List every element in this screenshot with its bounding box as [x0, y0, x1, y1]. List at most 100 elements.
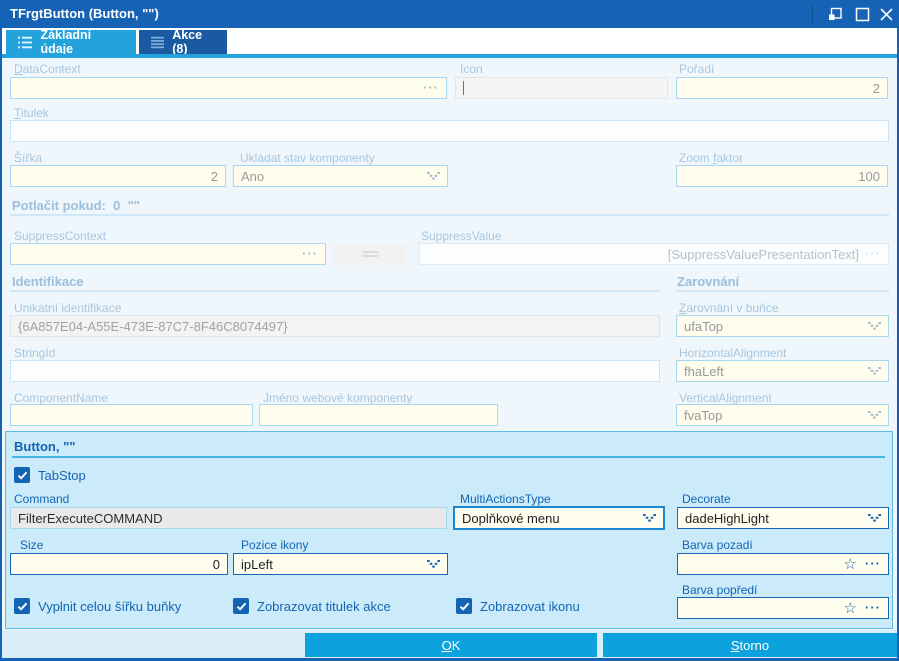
tabstop-checkbox[interactable] [14, 467, 30, 483]
maximize-button[interactable] [850, 4, 874, 24]
stringid-label: StringId [14, 346, 56, 360]
barva-pozadi-field[interactable]: ☆ ··· [677, 553, 889, 575]
restore-button[interactable] [823, 4, 847, 24]
suppresscontext-label: SuppressContext [14, 229, 107, 243]
zobrazovat-titulek-label: Zobrazovat titulek akce [257, 599, 391, 614]
ellipsis-icon[interactable]: ··· [865, 247, 881, 260]
tab-zakladni-udaje[interactable]: Základní údaje [6, 28, 136, 56]
tabstop-label: TabStop [38, 468, 86, 483]
equals-icon [362, 251, 378, 257]
ukladat-stav-dropdown[interactable]: Ano [233, 165, 448, 187]
zobrazovat-titulek-checkbox[interactable] [233, 598, 249, 614]
size-field[interactable]: 0 [10, 553, 228, 575]
componentname-label: ComponentName [14, 391, 109, 405]
pozice-ikony-dropdown[interactable]: ipLeft [233, 553, 448, 575]
tab-label: Základní údaje [40, 28, 92, 56]
componentname-field[interactable] [10, 404, 253, 426]
check-icon [17, 471, 27, 480]
ellipsis-icon[interactable]: ··· [302, 247, 318, 260]
verticalalignment-value: fvaTop [684, 407, 723, 423]
hamburger-list-icon [151, 36, 165, 48]
window-title: TFrgtButton (Button, "") [10, 6, 159, 21]
verticalalignment-label: VerticalAlignment [679, 391, 772, 405]
horizontalalignment-value: fhaLeft [684, 363, 724, 379]
vyplnit-sirku-label: Vyplnit celou šířku buňky [38, 599, 182, 614]
datacontext-field[interactable]: ··· [10, 77, 447, 99]
identifikace-header: Identifikace [12, 274, 84, 289]
titlebar-divider [812, 5, 813, 23]
zoom-faktor-label: Zoom faktor [679, 151, 744, 165]
vyplnit-sirku-checkbox[interactable] [14, 598, 30, 614]
command-field[interactable]: FilterExecuteCOMMAND [10, 507, 447, 529]
ellipsis-icon[interactable]: ··· [865, 557, 881, 570]
horizontalalignment-dropdown[interactable]: fhaLeft [676, 360, 889, 382]
poradi-field[interactable]: 2 [676, 77, 888, 99]
check-icon [17, 602, 27, 611]
barva-popredi-label: Barva popředí [682, 583, 758, 597]
titulek-field[interactable] [10, 120, 889, 142]
tab-akce[interactable]: Akce (8) [139, 28, 227, 56]
ellipsis-icon[interactable]: ··· [423, 81, 439, 94]
poradi-value: 2 [872, 80, 880, 96]
suppressvalue-label: SuppressValue [421, 229, 502, 243]
suppressvalue-value: [SuppressValuePresentationText] [667, 246, 859, 262]
verticalalignment-dropdown[interactable]: fvaTop [676, 404, 889, 426]
suppressvalue-field[interactable]: [SuppressValuePresentationText] ··· [419, 243, 889, 265]
suppresscontext-field[interactable]: ··· [10, 243, 326, 265]
suppress-equals-button[interactable] [334, 243, 406, 265]
zarovnani-v-bunce-label: Zarovnání v buňce [679, 301, 779, 315]
ellipsis-icon[interactable]: ··· [865, 601, 881, 614]
icon-field[interactable] [455, 77, 668, 99]
sirka-value: 2 [210, 168, 218, 184]
section-divider [10, 214, 889, 216]
barva-popredi-field[interactable]: ☆ ··· [677, 597, 889, 619]
size-value: 0 [212, 556, 220, 572]
icon-label: Icon [460, 62, 483, 76]
zobrazovat-ikonu-checkbox[interactable] [456, 598, 472, 614]
command-label: Command [14, 492, 70, 506]
decorate-dropdown[interactable]: dadeHighLight [677, 507, 889, 529]
chevron-down-icon[interactable] [868, 514, 881, 522]
chevron-down-icon[interactable] [868, 367, 881, 375]
star-icon[interactable]: ☆ [844, 601, 857, 616]
section-divider [10, 290, 660, 292]
window-border-left [0, 28, 2, 658]
chevron-down-icon[interactable] [643, 514, 656, 522]
close-button[interactable] [874, 4, 898, 24]
section-divider [12, 456, 885, 458]
maximize-icon [855, 7, 869, 21]
storno-button[interactable]: Storno [603, 633, 897, 657]
chevron-down-icon[interactable] [868, 411, 881, 419]
section-divider [676, 290, 889, 292]
zoom-faktor-field[interactable]: 100 [676, 165, 888, 187]
decorate-value: dadeHighLight [685, 510, 769, 526]
tab-label: Akce (8) [172, 28, 203, 56]
star-icon[interactable]: ☆ [844, 557, 857, 572]
ok-button[interactable]: OK [305, 633, 597, 657]
sirka-label: Šířka [14, 151, 43, 165]
zobrazovat-ikonu-label: Zobrazovat ikonu [480, 599, 580, 614]
check-icon [459, 602, 469, 611]
decorate-label: Decorate [682, 492, 731, 506]
chevron-down-icon[interactable] [427, 172, 440, 180]
chevron-down-icon[interactable] [868, 322, 881, 330]
zarovnani-v-bunce-value: ufaTop [684, 318, 724, 334]
datacontext-label: DataContext [14, 62, 81, 76]
sirka-field[interactable]: 2 [10, 165, 226, 187]
close-icon [879, 7, 893, 21]
jmeno-webove-komponenty-field[interactable] [259, 404, 498, 426]
multiactionstype-value: Doplňkové menu [462, 510, 560, 526]
unikatni-identifikace-field[interactable]: {6A857E04-A55E-473E-87C7-8F46C8074497} [10, 315, 660, 337]
zarovnani-v-bunce-dropdown[interactable]: ufaTop [676, 315, 889, 337]
chevron-down-icon[interactable] [427, 560, 440, 568]
tab-underline [0, 54, 899, 58]
button-section-header: Button, "" [14, 439, 76, 454]
jmeno-webove-komponenty-label: Jméno webové komponenty [263, 391, 413, 405]
command-value: FilterExecuteCOMMAND [18, 510, 163, 526]
potlacit-pokud-header: Potlačit pokud: 0 "" [12, 198, 140, 213]
multiactionstype-dropdown[interactable]: Doplňkové menu [453, 506, 665, 530]
ukladat-stav-value: Ano [241, 168, 265, 184]
stringid-field[interactable] [10, 360, 660, 382]
ukladat-stav-label: Ukládat stav komponenty [240, 151, 375, 165]
pozice-ikony-value: ipLeft [241, 556, 273, 572]
